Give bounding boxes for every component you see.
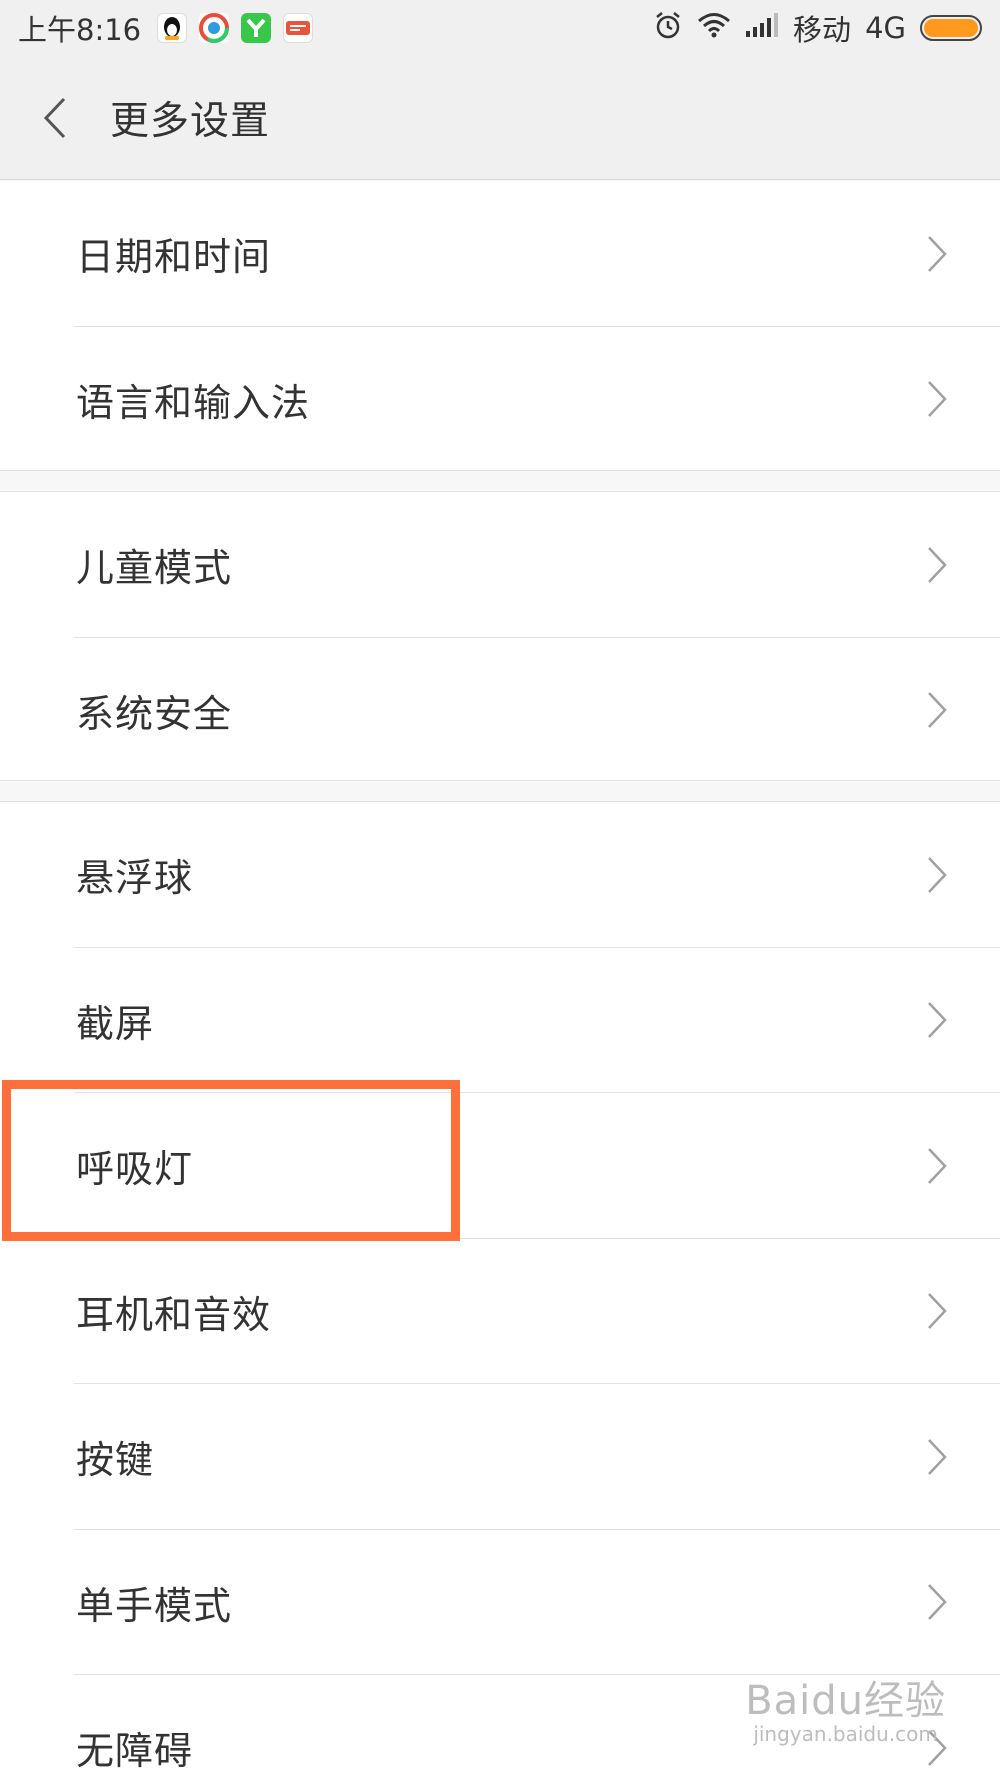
watermark-main: Baidu经验 [745,1678,946,1724]
chevron-right-icon [928,1002,947,1039]
title-bar: 更多设置 [0,56,1000,180]
battery-level [924,19,978,37]
setting-item-kids-mode[interactable]: 儿童模式 [0,492,1000,638]
network-label: 4G [865,11,906,45]
setting-item-headset-audio[interactable]: 耳机和音效 [0,1239,1000,1384]
setting-item-breathing-light[interactable]: 呼吸灯 [0,1093,1000,1239]
setting-item-label: 语言和输入法 [76,380,311,425]
y-app-icon [241,13,272,43]
carrier-label: 移动 [793,13,852,47]
setting-item-floating-ball[interactable]: 悬浮球 [0,802,1000,948]
setting-item-label: 耳机和音效 [76,1292,272,1337]
setting-item-one-hand-mode[interactable]: 单手模式 [0,1530,1000,1675]
chevron-right-icon [928,235,947,272]
chevron-left-icon [43,97,66,138]
chevron-right-icon [928,856,947,893]
chevron-right-icon [928,1438,947,1475]
signal-icon [745,11,779,45]
settings-group-3: 悬浮球 截屏 呼吸灯 耳机和音效 按键 单手模式 无障碍 [0,801,1000,1778]
news-app-icon [283,13,314,43]
chevron-right-icon [928,1584,947,1621]
setting-item-label: 日期和时间 [76,235,272,280]
setting-item-screenshot[interactable]: 截屏 [0,948,1000,1093]
chevron-right-icon [928,1147,947,1184]
settings-group-2: 儿童模式 系统安全 [0,491,1000,781]
setting-item-label: 截屏 [76,1001,155,1046]
status-right-group: 移动 4G [653,7,982,49]
battery-icon [920,15,982,41]
qq-icon [157,13,188,43]
status-bar: 上午8:16 移动 4G [0,0,1000,56]
setting-item-date-time[interactable]: 日期和时间 [0,181,1000,327]
chevron-right-icon [928,546,947,583]
page-title: 更多设置 [110,98,271,144]
setting-item-label: 单手模式 [76,1583,233,1628]
setting-item-label: 呼吸灯 [76,1147,194,1192]
setting-item-language-input[interactable]: 语言和输入法 [0,327,1000,473]
settings-screen: 上午8:16 移动 4G 更多设置 日期和时间 语言和输入法 儿童模式 系统安全… [0,0,1000,1778]
watermark: Baidu经验 jingyan.baidu.com [745,1668,946,1746]
setting-item-system-security[interactable]: 系统安全 [0,638,1000,784]
wifi-icon [697,11,731,46]
chevron-right-icon [928,381,947,418]
browser-icon [199,13,230,43]
setting-item-buttons[interactable]: 按键 [0,1384,1000,1530]
chevron-right-icon [928,692,947,729]
setting-item-label: 儿童模式 [76,546,233,591]
setting-item-label: 悬浮球 [76,856,194,901]
alarm-icon [653,10,683,47]
watermark-sub: jingyan.baidu.com [753,1722,938,1746]
setting-item-label: 按键 [76,1438,155,1483]
settings-group-1: 日期和时间 语言和输入法 [0,181,1000,471]
back-button[interactable] [0,56,110,180]
setting-item-label: 系统安全 [76,691,233,736]
chevron-right-icon [928,1293,947,1330]
status-time: 上午8:16 [18,13,142,47]
setting-item-label: 无障碍 [76,1729,194,1774]
